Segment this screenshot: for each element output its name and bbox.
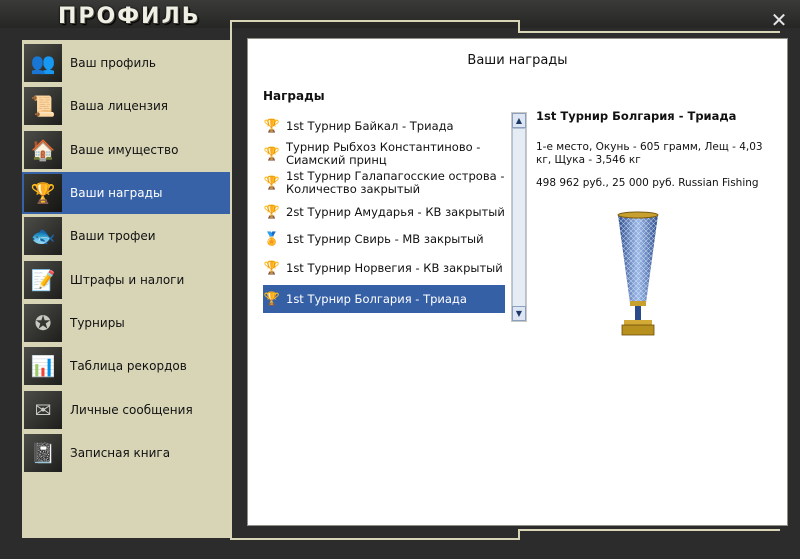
sidebar-item-label: Личные сообщения [70,403,193,417]
sidebar-item-label: Турниры [70,316,125,330]
license-icon: 📜 [24,87,62,125]
sidebar-item-trophies[interactable]: 🐟 Ваши трофеи [22,215,230,257]
award-list-item[interactable]: 🏆 1st Турнир Байкал - Триада [263,115,505,137]
frame-divider [230,20,520,22]
sidebar: 👥 Ваш профиль 📜 Ваша лицензия 🏠 Ваше иму… [22,40,230,538]
sidebar-item-label: Ваши трофеи [70,229,156,243]
sidebar-item-messages[interactable]: ✉ Личные сообщения [22,389,230,431]
users-icon: 👥 [24,44,62,82]
sidebar-item-tournaments[interactable]: ✪ Турниры [22,302,230,344]
house-icon: 🏠 [24,131,62,169]
award-list-item-selected[interactable]: 🏆 1st Турнир Болгария - Триада [263,285,505,313]
award-list: 🏆 1st Турнир Байкал - Триада 🏆 Турнир Ры… [263,115,505,318]
frame-divider [518,529,780,531]
trophy-gold-icon: 🏆 [263,118,281,134]
close-icon[interactable]: ✕ [769,10,789,30]
cup-icon: 🏆 [24,174,62,212]
scroll-up-icon[interactable]: ▲ [512,113,526,128]
trophy-figurine-icon: 🏆 [263,175,281,191]
sidebar-item-notebook[interactable]: 📓 Записная книга [22,432,230,474]
award-label: 1st Турнир Галапагосские острова - Колич… [286,169,505,196]
award-detail: 1st Турнир Болгария - Триада 1-е место, … [536,109,776,200]
award-label: 1st Турнир Болгария - Триада [286,291,467,306]
award-detail-title: 1st Турнир Болгария - Триада [536,109,737,123]
award-list-scrollbar[interactable]: ▲ ▼ [511,112,527,322]
award-detail-description: 1-е место, Окунь - 605 грамм, Лещ - 4,03… [536,141,763,166]
document-edit-icon: 📝 [24,261,62,299]
award-label: 1st Турнир Свирь - МВ закрытый [286,231,484,246]
sidebar-item-label: Записная книга [70,446,171,460]
award-detail-prize: 498 962 руб., 25 000 руб. Russian Fishin… [536,177,759,189]
award-label: 1st Турнир Норвегия - КВ закрытый [286,260,503,275]
envelope-icon: ✉ [24,391,62,429]
sidebar-item-profile[interactable]: 👥 Ваш профиль [22,42,230,84]
sidebar-item-label: Ваши награды [70,186,163,200]
award-list-item[interactable]: 🏆 Турнир Рыбхоз Константиново - Сиамский… [263,140,505,168]
award-label: 2st Турнир Амударья - КВ закрытый [286,204,505,219]
sidebar-item-label: Ваш профиль [70,56,156,70]
scroll-thumb[interactable] [512,128,526,308]
trophy-silver-icon: 🏆 [263,260,281,276]
award-list-item[interactable]: 🏅 1st Турнир Свирь - МВ закрытый [263,228,505,250]
frame-divider [518,31,780,33]
frame-divider [230,538,520,540]
medal-icon: 🏅 [263,231,281,247]
awards-header: Награды [263,89,325,103]
trophy-vase-icon: 🏆 [263,204,281,220]
trophy-bronze-icon: 🏆 [263,146,281,162]
sidebar-item-fines[interactable]: 📝 Штрафы и налоги [22,259,230,301]
sidebar-item-license[interactable]: 📜 Ваша лицензия [22,85,230,127]
award-list-item[interactable]: 🏆 2st Турнир Амударья - КВ закрытый [263,198,505,226]
awards-panel: Ваши награды Награды 🏆 1st Турнир Байкал… [247,38,788,526]
trophy-crystal-icon: 🏆 [263,291,281,307]
award-label: Турнир Рыбхоз Константиново - Сиамский п… [286,140,481,167]
sidebar-item-label: Ваше имущество [70,143,179,157]
sidebar-item-label: Таблица рекордов [70,359,187,373]
award-label: 1st Турнир Байкал - Триада [286,118,454,133]
sidebar-item-awards[interactable]: 🏆 Ваши награды [22,172,230,214]
notebook-icon: 📓 [24,434,62,472]
award-list-item[interactable]: 🏆 1st Турнир Норвегия - КВ закрытый [263,254,505,282]
bar-chart-icon: 📊 [24,347,62,385]
scroll-down-icon[interactable]: ▼ [512,306,526,321]
trophy-image [617,211,659,336]
sidebar-item-label: Ваша лицензия [70,99,168,113]
sidebar-item-label: Штрафы и налоги [70,273,185,287]
page-title: Ваши награды [467,53,568,68]
window-title: ПРОФИЛЬ [58,4,201,29]
emblem-icon: ✪ [24,304,62,342]
frame-divider [230,20,232,540]
award-list-item[interactable]: 🏆 1st Турнир Галапагосские острова - Кол… [263,169,505,197]
sidebar-item-records[interactable]: 📊 Таблица рекордов [22,345,230,387]
sidebar-item-property[interactable]: 🏠 Ваше имущество [22,129,230,171]
fish-icon: 🐟 [24,217,62,255]
